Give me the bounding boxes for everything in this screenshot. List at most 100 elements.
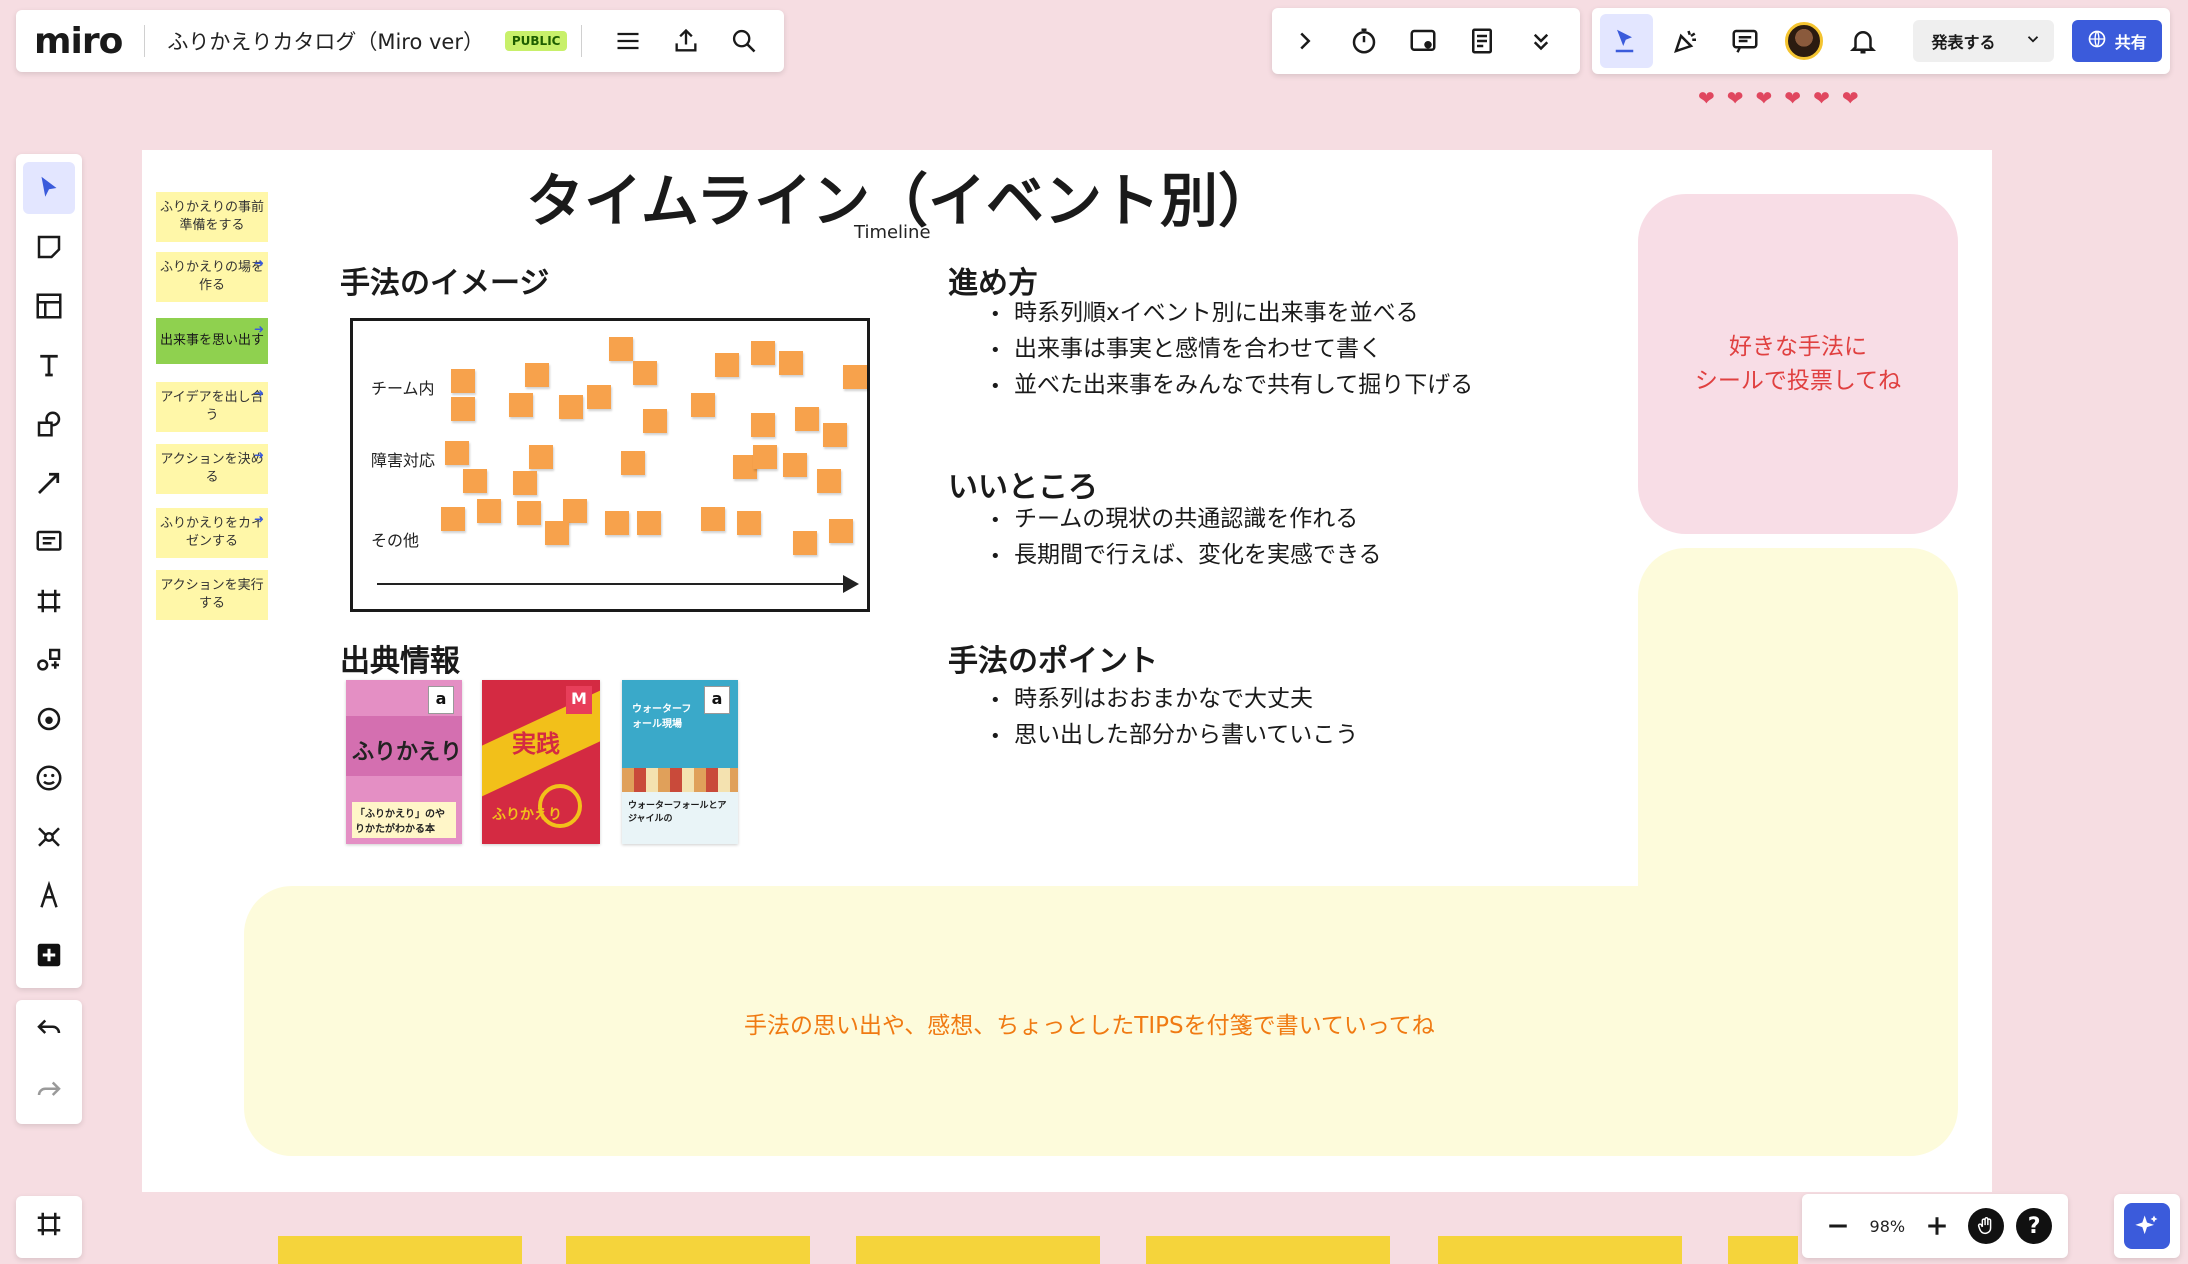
amazon-badge: a xyxy=(428,686,454,714)
sticky-note-icon[interactable] xyxy=(23,221,75,273)
mindmap-icon[interactable] xyxy=(23,811,75,863)
link-arrow-icon: ➜ xyxy=(253,322,264,336)
video-icon[interactable] xyxy=(1396,14,1449,68)
sticky-note xyxy=(513,471,537,495)
notes-icon[interactable] xyxy=(1456,14,1509,68)
redo-icon[interactable] xyxy=(23,1064,75,1116)
heart-icon: ❤ xyxy=(1841,86,1859,110)
sticky-note xyxy=(545,521,569,545)
book-cover-2[interactable]: M 実践 ふりかえり xyxy=(482,680,600,844)
history-toolbar xyxy=(16,1000,82,1124)
row-label-team: チーム内 xyxy=(371,379,435,398)
share-label: 共有 xyxy=(2114,33,2147,52)
sticky-note xyxy=(795,407,819,431)
comment-tool-icon[interactable] xyxy=(23,516,75,568)
text-tool-icon[interactable] xyxy=(23,339,75,391)
board-frame[interactable]: ふりかえりの事前準備をする ➜ ふりかえりの場を作る ➜ 出来事を思い出す ➜ … xyxy=(142,150,1992,1192)
present-button[interactable]: 発表する xyxy=(1913,20,2054,62)
frames-icon[interactable] xyxy=(23,1198,75,1250)
share-button[interactable]: 共有 xyxy=(2071,20,2163,62)
side-note-share-ideas[interactable]: ➜ アイデアを出し合う xyxy=(156,382,268,432)
undo-icon[interactable] xyxy=(23,1002,75,1054)
vote-line-1: 好きな手法に xyxy=(1729,334,1867,360)
list-item: 並べた出来事をみんなで共有して掘り下げる xyxy=(994,368,1473,404)
vote-area[interactable]: 好きな手法に シールで投票してね xyxy=(1638,194,1958,534)
vote-instruction: 好きな手法に シールで投票してね xyxy=(1695,330,1901,398)
sticky-note xyxy=(525,363,549,387)
heart-icon: ❤ xyxy=(1784,86,1802,110)
book-cover-3[interactable]: a ウォーターフォールとアジャイルの ウォーターフォール現場 xyxy=(622,680,738,844)
chevron-double-down-icon[interactable] xyxy=(1515,14,1568,68)
shapes-icon[interactable] xyxy=(23,398,75,450)
frame-tool-icon[interactable] xyxy=(23,575,75,627)
page-subtitle: Timeline xyxy=(854,222,931,243)
sticky-note[interactable] xyxy=(566,1236,810,1264)
sticker-icon[interactable] xyxy=(23,752,75,804)
sticky-note xyxy=(753,445,777,469)
hand-tool-icon[interactable] xyxy=(1968,1208,2005,1244)
sticky-note[interactable] xyxy=(1728,1236,1798,1264)
link-arrow-icon: ➜ xyxy=(253,256,264,270)
help-button[interactable]: ? xyxy=(2016,1208,2053,1244)
sticky-note xyxy=(563,499,587,523)
sticky-note xyxy=(451,397,475,421)
side-note-label: ふりかえりの場を作る xyxy=(160,260,265,293)
miro-logo[interactable]: miro xyxy=(34,21,123,62)
timeline-illustration: チーム内 障害対応 その他 xyxy=(350,318,870,612)
connector-arrow-icon[interactable] xyxy=(23,457,75,509)
side-note-decide-action[interactable]: ➜ アクションを決める xyxy=(156,444,268,494)
comment-icon[interactable] xyxy=(1718,14,1771,68)
book-title: 実践 xyxy=(512,730,560,758)
zoom-out-icon[interactable] xyxy=(1818,1199,1858,1253)
side-note-improve[interactable]: ➜ ふりかえりをカイゼンする xyxy=(156,508,268,558)
benefits-heading: いいところ xyxy=(948,470,1098,505)
tips-instruction: 手法の思い出や、感想、ちょっとしたTIPSを付箋で書いていってね xyxy=(744,1013,1435,1039)
book-title: ウォーターフォールとアジャイルの xyxy=(628,801,727,824)
sticky-note xyxy=(737,511,761,535)
sticky-note[interactable] xyxy=(278,1236,522,1264)
book-cover-1[interactable]: a ふりかえり 「ふりかえり」のやりかたがわかる本 xyxy=(346,680,462,844)
menu-icon[interactable] xyxy=(606,19,650,63)
sticky-note xyxy=(715,353,739,377)
side-note-label: アクションを決める xyxy=(160,452,264,485)
side-note-prepare[interactable]: ふりかえりの事前準備をする xyxy=(156,192,268,242)
sticky-note xyxy=(783,453,807,477)
board-title[interactable]: ふりかえりカタログ（Miro ver） xyxy=(167,26,484,56)
reaction-stickers: ❤ ❤ ❤ ❤ ❤ ❤ xyxy=(1698,86,1859,110)
side-note-create-place[interactable]: ➜ ふりかえりの場を作る xyxy=(156,252,268,302)
image-heading: 手法のイメージ xyxy=(340,266,550,301)
ai-eye-icon[interactable] xyxy=(23,693,75,745)
celebrate-icon[interactable] xyxy=(1659,14,1712,68)
search-icon[interactable] xyxy=(722,19,766,63)
zoom-level[interactable]: 98% xyxy=(1870,1217,1906,1236)
sparkle-icon[interactable] xyxy=(2124,1203,2170,1249)
chevron-right-icon[interactable] xyxy=(1278,14,1331,68)
sticky-note xyxy=(691,393,715,417)
select-tool-icon[interactable] xyxy=(23,162,75,214)
list-item: チームの現状の共通認識を作れる xyxy=(994,502,1382,538)
sticky-note xyxy=(843,365,867,389)
zoom-in-icon[interactable] xyxy=(1917,1199,1957,1253)
sticky-note xyxy=(441,507,465,531)
templates-icon[interactable] xyxy=(23,280,75,332)
sticky-note xyxy=(817,469,841,493)
sticky-note[interactable] xyxy=(1146,1236,1390,1264)
side-note-label: 出来事を思い出す xyxy=(160,333,265,348)
timer-icon[interactable] xyxy=(1337,14,1390,68)
diagram-icon[interactable] xyxy=(23,634,75,686)
cursor-follow-icon[interactable] xyxy=(1600,14,1654,68)
sticky-note[interactable] xyxy=(856,1236,1100,1264)
bell-icon[interactable] xyxy=(1836,14,1889,68)
side-note-execute-action[interactable]: アクションを実行する xyxy=(156,570,268,620)
side-note-recall-events[interactable]: ➜ 出来事を思い出す xyxy=(156,318,268,364)
list-item: 長期間で行えば、変化を実感できる xyxy=(994,538,1382,574)
chevron-down-icon[interactable] xyxy=(2024,30,2042,52)
list-item: 思い出した部分から書いていこう xyxy=(994,718,1358,754)
export-icon[interactable] xyxy=(664,19,708,63)
pen-icon[interactable] xyxy=(23,870,75,922)
sticky-note[interactable] xyxy=(1438,1236,1682,1264)
link-arrow-icon: ➜ xyxy=(253,386,264,400)
sticky-note xyxy=(751,341,775,365)
add-more-icon[interactable] xyxy=(23,929,75,981)
user-avatar[interactable] xyxy=(1777,14,1830,68)
